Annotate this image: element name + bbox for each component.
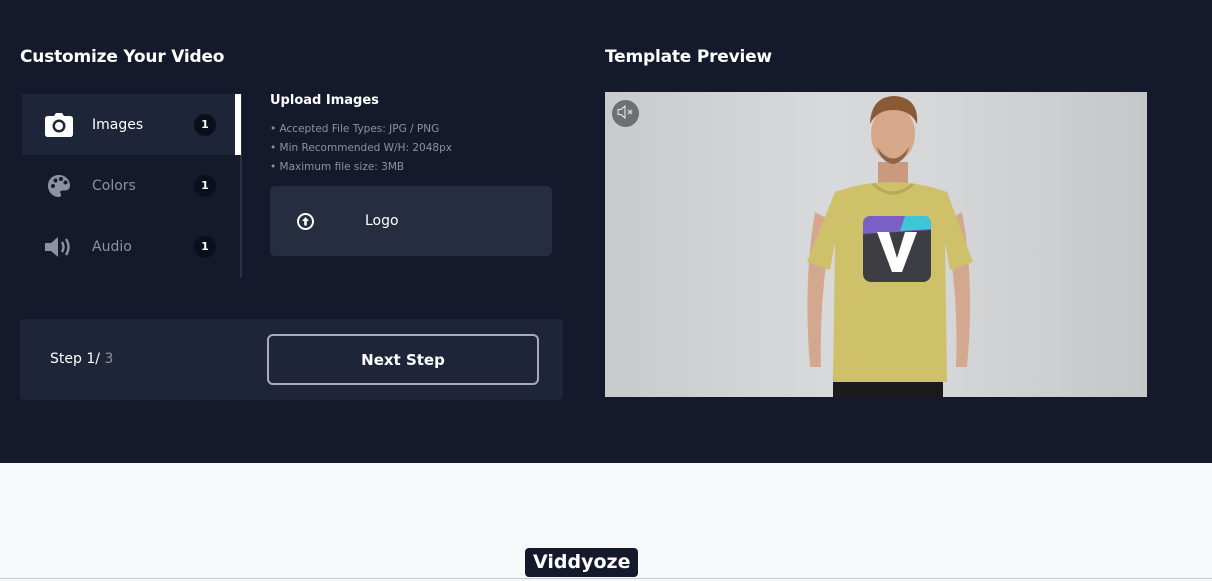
- next-step-button[interactable]: Next Step: [267, 334, 539, 385]
- tab-colors[interactable]: Colors 1: [22, 155, 235, 216]
- active-tab-indicator: [235, 94, 241, 155]
- palette-icon: [44, 172, 74, 200]
- logo-upload-label: Logo: [365, 213, 399, 229]
- tab-images-count: 1: [194, 113, 216, 136]
- camera-icon: [44, 111, 74, 139]
- requirement-file-types: • Accepted File Types: JPG / PNG: [270, 123, 440, 135]
- step-separator: /: [95, 351, 100, 367]
- tab-colors-count: 1: [194, 174, 216, 197]
- viddyoze-brand-logo: Viddyoze: [525, 548, 639, 577]
- step-label: Step: [50, 351, 82, 367]
- step-total: 3: [104, 351, 114, 367]
- requirement-dimensions: • Min Recommended W/H: 2048px: [270, 142, 452, 154]
- tab-audio-count: 1: [194, 235, 216, 258]
- step-bar: Step 1/ 3 Next Step: [20, 319, 563, 400]
- tab-audio[interactable]: Audio 1: [22, 216, 235, 277]
- mute-icon: [616, 104, 635, 123]
- preview-title: Template Preview: [605, 47, 772, 67]
- asset-tabs: Images 1 Colors 1 Audio 1: [22, 94, 242, 278]
- requirement-file-size: • Maximum file size: 3MB: [270, 161, 405, 173]
- footer-divider: [0, 578, 1212, 579]
- logo-upload-button[interactable]: Logo: [270, 186, 552, 256]
- template-preview-video[interactable]: [605, 92, 1147, 397]
- mute-toggle-button[interactable]: [612, 100, 639, 127]
- step-current: 1: [86, 351, 96, 367]
- upload-title: Upload Images: [270, 93, 379, 108]
- tab-audio-label: Audio: [92, 238, 132, 255]
- tab-images-label: Images: [92, 116, 144, 133]
- speaker-icon: [44, 233, 74, 261]
- preview-video-frame: [807, 96, 973, 397]
- customize-section: Customize Your Video Template Preview Im…: [0, 0, 1212, 463]
- upload-icon: [297, 213, 314, 230]
- step-indicator: Step 1/ 3: [50, 351, 113, 367]
- tab-images[interactable]: Images 1: [22, 94, 235, 155]
- customize-title: Customize Your Video: [20, 47, 225, 67]
- tab-colors-label: Colors: [92, 177, 136, 194]
